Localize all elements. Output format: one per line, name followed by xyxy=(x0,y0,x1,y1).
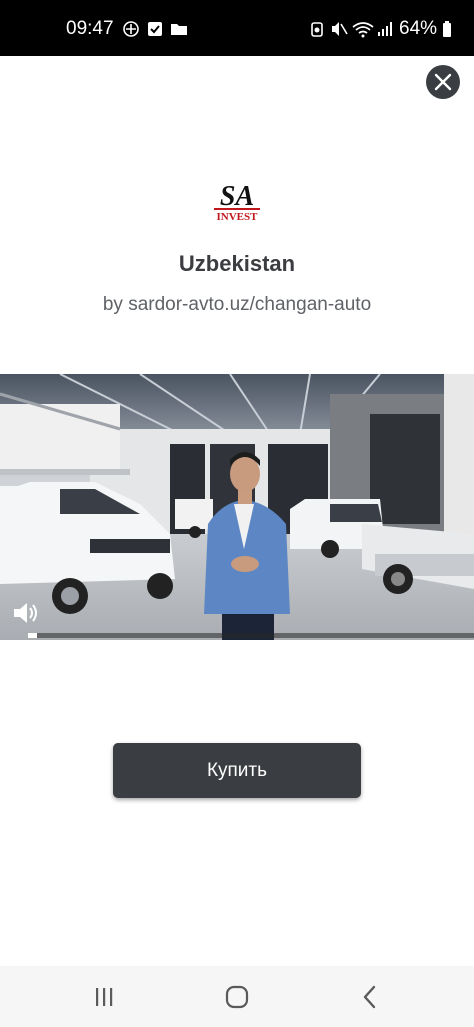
alarm-icon xyxy=(311,22,323,37)
status-time: 09:47 xyxy=(66,18,114,39)
volume-icon[interactable] xyxy=(12,600,40,626)
video-frame xyxy=(0,374,474,640)
home-icon[interactable] xyxy=(224,984,250,1010)
close-button[interactable] xyxy=(426,65,460,99)
video-player[interactable] xyxy=(0,374,474,640)
navigation-bar xyxy=(0,966,474,1027)
battery-icon xyxy=(443,21,451,37)
svg-text:SA: SA xyxy=(220,181,254,212)
wifi-icon xyxy=(352,22,374,38)
svg-text:INVEST: INVEST xyxy=(217,211,259,223)
buy-button[interactable]: Купить xyxy=(113,743,361,798)
video-progress-fill xyxy=(28,633,37,638)
close-icon xyxy=(434,73,452,91)
source-link[interactable]: by sardor-avto.uz/changan-auto xyxy=(0,294,474,316)
video-progress-track[interactable] xyxy=(28,633,474,638)
folder-icon xyxy=(171,24,187,35)
back-icon[interactable] xyxy=(357,984,383,1010)
page-title: Uzbekistan xyxy=(178,251,296,276)
recent-apps-icon[interactable] xyxy=(91,984,117,1010)
sa-invest-logo: SA INVEST xyxy=(214,181,260,223)
battery-percent: 64% xyxy=(399,18,438,39)
checkbox-icon xyxy=(148,22,162,36)
sync-icon xyxy=(123,21,139,37)
mute-status-icon xyxy=(332,22,348,36)
signal-icon xyxy=(378,22,392,36)
status-bar: 09:47 64% xyxy=(0,0,474,56)
